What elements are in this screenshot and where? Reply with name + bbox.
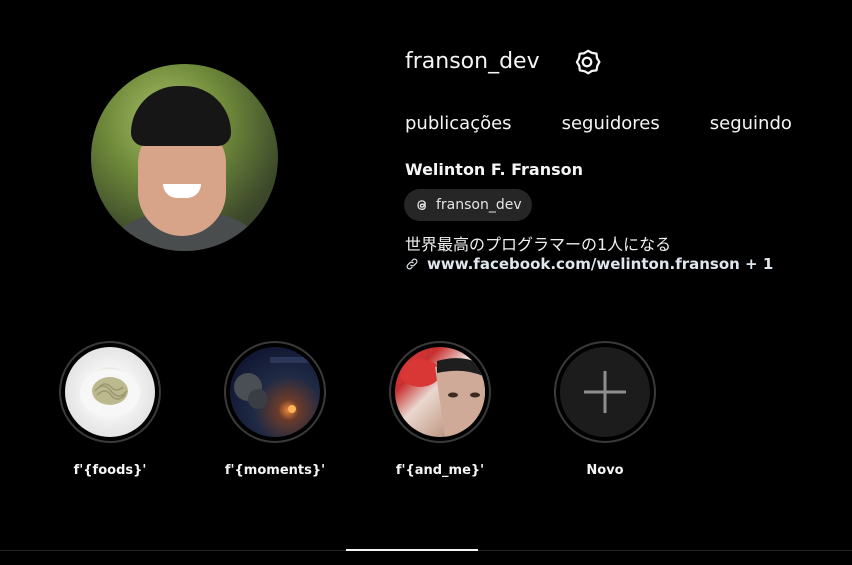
stat-following[interactable]: seguindo [710,113,792,134]
new-highlight-button[interactable] [560,347,650,437]
plus-icon [584,371,626,413]
active-tab-indicator[interactable] [346,549,478,551]
profile-avatar[interactable] [91,64,278,251]
highlight-label: Novo [586,463,624,478]
stat-followers[interactable]: seguidores [562,113,660,134]
threads-icon [417,200,426,211]
highlight-cover-image [230,347,320,437]
highlight-and-me[interactable]: f'{and_me}' [387,341,493,478]
profile-full-name: Welinton F. Franson [405,160,584,179]
highlight-foods[interactable]: f'{foods}' [57,341,163,478]
stat-posts[interactable]: publicações [405,113,512,134]
highlight-ring[interactable] [554,341,656,443]
highlight-label: f'{foods}' [73,463,147,478]
link-icon [406,258,418,270]
avatar-beanie [131,86,231,146]
threads-badge[interactable]: franson_dev [404,189,532,221]
profile-username: franson_dev [405,49,540,74]
highlight-cover-image [65,347,155,437]
dark-scene-image [234,357,310,413]
highlight-ring[interactable] [224,341,326,443]
highlight-ring[interactable] [389,341,491,443]
profile-stats: publicações seguidores seguindo [405,113,842,134]
profile-link[interactable]: www.facebook.com/welinton.franson + 1 [427,255,773,273]
highlight-ring[interactable] [59,341,161,443]
highlight-moments[interactable]: f'{moments}' [222,341,328,478]
highlight-label: f'{moments}' [224,463,326,478]
gear-icon [575,49,601,75]
face-selfie-image [400,358,485,437]
highlight-label: f'{and_me}' [395,463,485,478]
threads-handle: franson_dev [436,197,522,213]
highlight-cover-image [395,347,485,437]
highlight-new[interactable]: Novo [552,341,658,478]
spaghetti-plate-image [80,369,140,417]
profile-link-row: www.facebook.com/welinton.franson + 1 [405,255,773,273]
profile-bio: 世界最高のプログラマーの1人になる [405,235,672,254]
settings-button[interactable] [571,47,603,79]
